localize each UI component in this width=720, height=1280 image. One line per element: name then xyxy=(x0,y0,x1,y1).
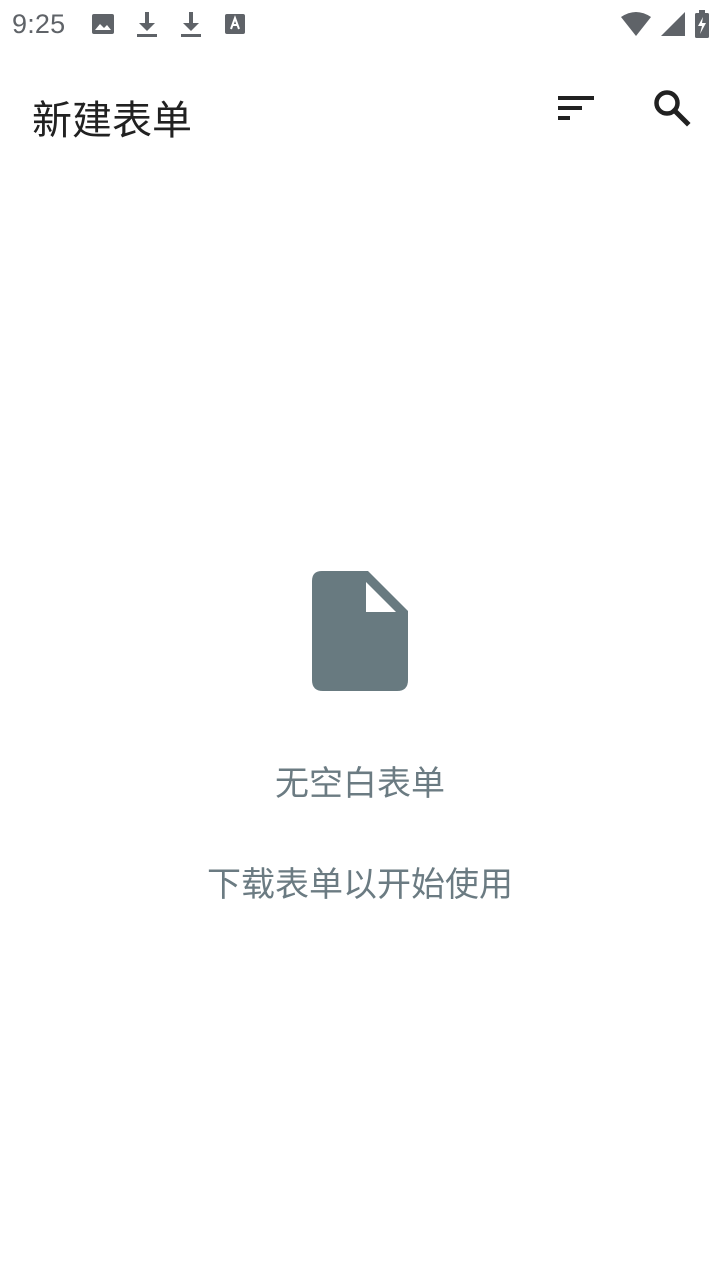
battery-charging-icon xyxy=(694,10,710,38)
empty-state-title: 无空白表单 xyxy=(275,764,445,804)
search-button[interactable] xyxy=(644,82,700,138)
empty-state-subtitle: 下载表单以开始使用 xyxy=(207,865,513,905)
notification-icons xyxy=(90,11,266,37)
search-icon xyxy=(653,89,691,131)
signal-icon xyxy=(660,11,686,37)
font-download-icon xyxy=(222,11,248,37)
sort-icon xyxy=(556,93,596,127)
app-bar: 新建表单 xyxy=(0,48,720,178)
status-time: 9:25 xyxy=(12,8,66,39)
image-icon xyxy=(90,11,116,37)
download-icon xyxy=(178,11,204,37)
document-icon xyxy=(312,570,408,692)
page-title: 新建表单 xyxy=(32,98,192,144)
wifi-icon xyxy=(620,11,652,37)
sort-button[interactable] xyxy=(548,82,604,138)
empty-state: 无空白表单 下载表单以开始使用 xyxy=(0,570,720,906)
download-icon xyxy=(134,11,160,37)
status-bar: 9:25 xyxy=(0,0,720,48)
system-icons xyxy=(612,8,710,40)
